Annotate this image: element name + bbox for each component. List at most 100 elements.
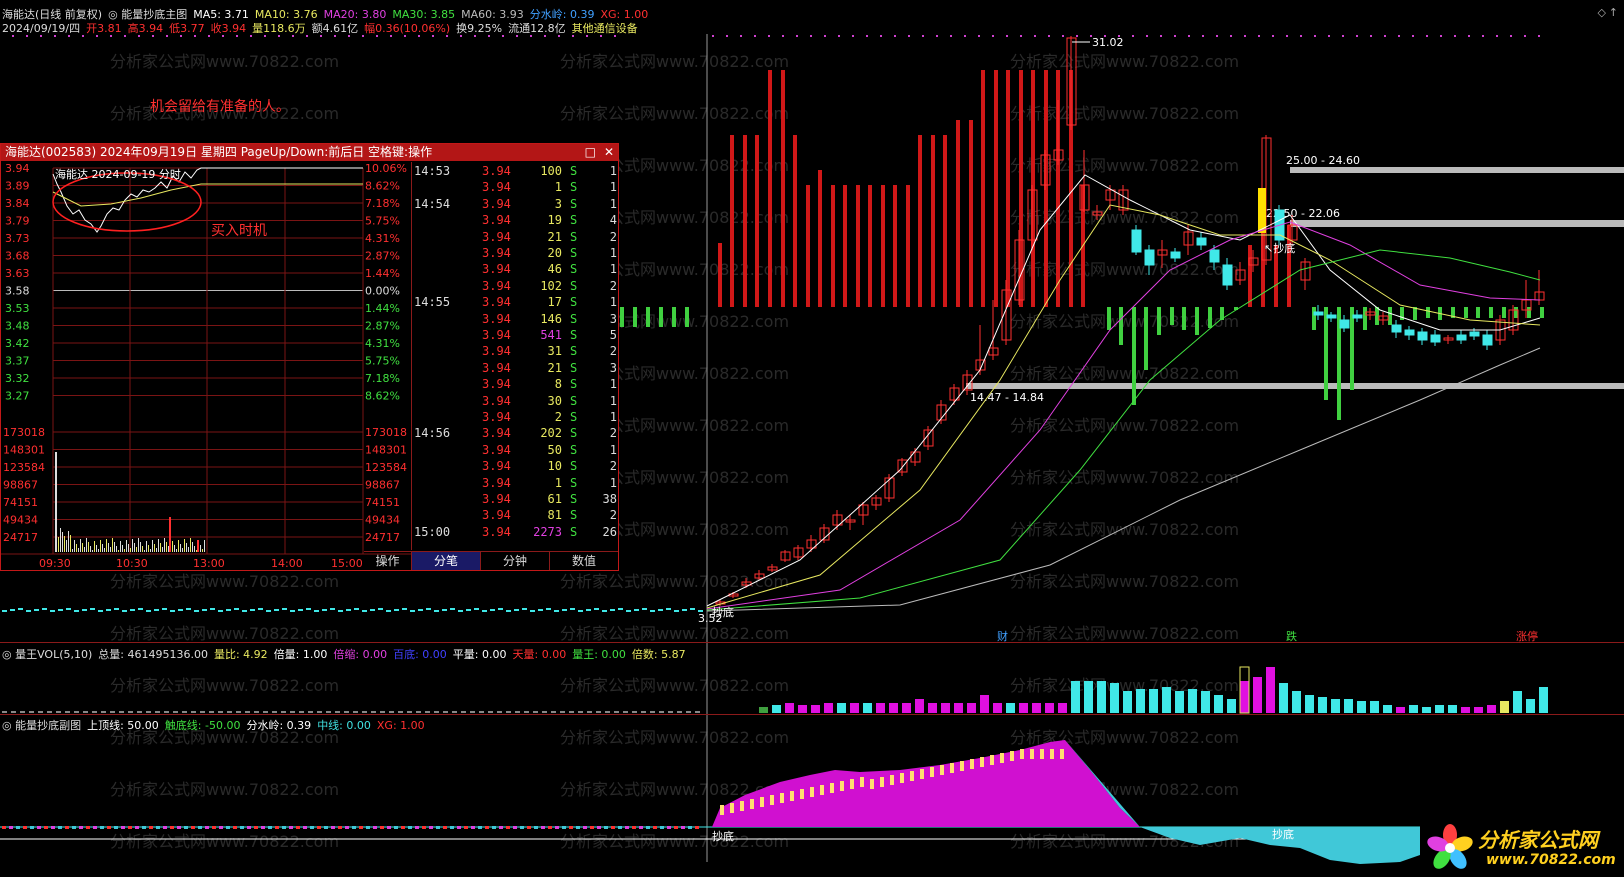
energy-bar — [1514, 307, 1518, 318]
tick-row: 3.94 1 S 1 — [412, 180, 619, 196]
maximize-icon[interactable]: □ — [585, 144, 596, 161]
volume-bar — [92, 711, 97, 713]
volume-bar — [137, 711, 142, 713]
energy-bar — [30, 826, 34, 829]
energy-bar — [9, 826, 13, 829]
history-candle — [370, 609, 375, 611]
volume-bar — [954, 703, 963, 713]
tab-minutes[interactable]: 分钟 — [480, 552, 549, 570]
volume-tick-right: 49434 — [365, 514, 400, 527]
energy-bar — [994, 70, 998, 307]
energy-bar — [492, 826, 496, 829]
energy-bar — [881, 185, 885, 307]
intraday-volume-bar — [114, 542, 115, 552]
history-candle — [82, 609, 87, 611]
volume-bar — [941, 703, 950, 713]
intraday-volume-bar — [152, 540, 153, 552]
tick-side: S — [570, 328, 578, 342]
history-candle — [394, 609, 399, 611]
tick-side: S — [570, 180, 578, 195]
history-candle — [210, 608, 215, 610]
energy-bar — [1388, 307, 1392, 325]
tick-list[interactable]: 14:53 3.94 100 S 1 3.94 1 S 1 14:54 3.94 3 S 1 3.94 19 S… — [411, 162, 619, 550]
tick-row: 3.94 61 S 38 — [412, 492, 619, 508]
price-tick: 3.32 — [5, 372, 30, 385]
intraday-volume-bar — [204, 540, 205, 552]
energy-bar — [620, 307, 624, 327]
energy-bar — [219, 826, 223, 829]
energy-bar — [520, 826, 524, 829]
volume-bar — [1019, 703, 1028, 713]
tick-side: S — [570, 524, 578, 539]
intraday-volume-bar — [178, 540, 179, 552]
energy-bar — [149, 826, 153, 829]
tick-count: 2 — [609, 426, 617, 441]
time-tick: 09:30 — [39, 557, 71, 569]
intraday-chart[interactable]: 3.94 10.06% 3.89 8.62% 3.84 7.18% 3.79 5.75% 3.7… — [1, 162, 411, 569]
tick-price: 3.94 — [482, 196, 511, 211]
energy-stripe — [780, 793, 784, 803]
tick-count: 1 — [609, 180, 617, 195]
history-candle — [602, 610, 607, 612]
operate-button[interactable]: 操作 — [364, 551, 411, 570]
tick-count: 3 — [609, 311, 617, 326]
tick-side: S — [570, 246, 578, 260]
volume-bar — [1331, 699, 1340, 713]
history-candle — [490, 609, 495, 611]
signal-dot — [446, 35, 448, 37]
volume-bar — [1409, 705, 1418, 713]
tab-ticks[interactable]: 分笔 — [411, 552, 480, 570]
energy-bar — [639, 826, 643, 829]
signal-dot — [1244, 35, 1246, 37]
tick-count: 26 — [602, 524, 617, 539]
signal-dot — [1482, 35, 1484, 37]
energy-stripe — [720, 805, 724, 815]
popup-tabs[interactable]: 分笔 分钟 数值 — [411, 551, 618, 570]
signal-dot — [1160, 35, 1162, 37]
tick-volume: 46 — [547, 262, 562, 277]
energy-bar — [373, 826, 377, 829]
price-tick: 3.42 — [5, 337, 30, 350]
history-candle — [154, 609, 159, 611]
close-icon[interactable]: ✕ — [604, 144, 614, 161]
history-candle — [482, 610, 487, 612]
energy-stripe — [1030, 749, 1034, 759]
tick-side: S — [570, 377, 578, 392]
tick-time: 14:55 — [414, 295, 451, 310]
energy-bar — [1464, 307, 1468, 318]
tab-values[interactable]: 数值 — [549, 552, 618, 570]
energy-bar — [401, 826, 405, 829]
energy-bar — [906, 185, 910, 307]
energy-bar — [1107, 307, 1111, 330]
intraday-volume-bar — [124, 549, 125, 552]
tick-count: 1 — [609, 295, 617, 310]
history-candle — [586, 609, 591, 611]
energy-bar — [163, 826, 167, 829]
history-candle — [170, 610, 175, 612]
tick-side: S — [570, 196, 578, 211]
volume-bar — [695, 711, 700, 713]
volume-bar — [1292, 691, 1301, 713]
signal-dot — [796, 35, 798, 37]
history-candle — [234, 608, 239, 610]
intraday-volume-bar — [120, 541, 121, 552]
intraday-volume-bar — [88, 542, 89, 552]
volume-tick-right: 24717 — [365, 531, 400, 544]
tick-row: 15:00 3.94 2273 S 26 — [412, 525, 619, 541]
history-candle — [386, 610, 391, 612]
history-candle — [658, 609, 663, 611]
history-candle — [26, 610, 31, 612]
intraday-volume-bar — [192, 542, 193, 552]
signal-dot — [1454, 35, 1456, 37]
signal-dot — [950, 35, 952, 37]
signal-dot — [1132, 35, 1134, 37]
energy-area-negative — [1065, 740, 1420, 864]
popup-titlebar[interactable]: 海能达(002583) 2024年09月19日 星期四 PageUp/Down:… — [1, 144, 618, 161]
intraday-volume-bar — [106, 539, 107, 552]
intraday-popup[interactable]: 海能达(002583) 2024年09月19日 星期四 PageUp/Down:… — [0, 143, 619, 571]
tick-count: 1 — [609, 246, 617, 260]
history-candle — [650, 610, 655, 612]
signal-dot — [334, 35, 336, 37]
tick-count: 2 — [609, 344, 617, 359]
tick-row: 3.94 8 S 1 — [412, 377, 619, 393]
